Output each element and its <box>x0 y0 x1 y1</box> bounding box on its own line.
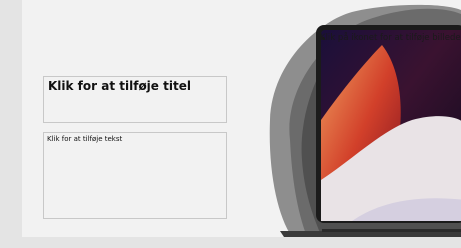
title-placeholder-text: Klik for at tilføje titel <box>48 79 191 93</box>
title-placeholder[interactable]: Klik for at tilføje titel <box>43 76 227 123</box>
slide-canvas[interactable]: Klik på ikonet for at tilføje billede Kl… <box>22 0 461 237</box>
bottom-canvas-strip <box>0 237 461 248</box>
text-placeholder[interactable]: Klik for at tilføje tekst <box>43 132 227 219</box>
picture-placeholder-bullet[interactable]: Klik på ikonet for at tilføje billede <box>320 33 461 43</box>
text-placeholder-text: Klik for at tilføje tekst <box>47 135 123 143</box>
left-canvas-strip <box>0 0 22 248</box>
laptop-hinge <box>322 229 461 232</box>
